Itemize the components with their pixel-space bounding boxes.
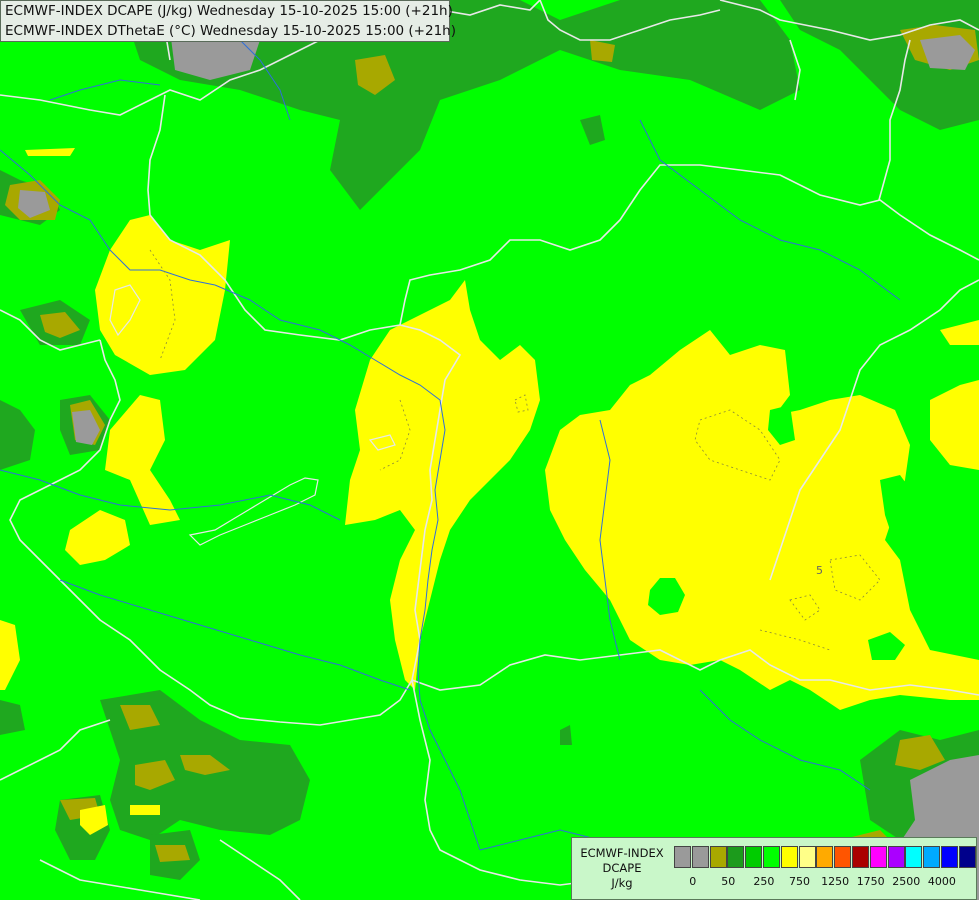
legend-title: ECMWF-INDEX DCAPE J/kg	[572, 846, 672, 891]
legend-tick-label: 1250	[821, 875, 850, 888]
legend-swatch	[691, 846, 709, 868]
legend-swatch	[745, 846, 763, 868]
weather-map: 5	[0, 0, 979, 900]
legend-swatch	[958, 846, 976, 868]
title-line-dthetae: ECMWF-INDEX DThetaE (°C) Wednesday 15-10…	[5, 23, 456, 39]
legend-swatch	[905, 846, 923, 868]
legend-swatch	[834, 846, 852, 868]
legend-line2: DCAPE	[602, 861, 642, 875]
contour-label: 5	[816, 564, 823, 577]
legend-swatch	[780, 846, 798, 868]
legend-tick-label: 0	[689, 875, 697, 888]
legend-swatch	[941, 846, 958, 868]
legend-swatch	[816, 846, 834, 868]
legend-tick-label: 1750	[856, 875, 885, 888]
legend-tick-label: 4000	[927, 875, 956, 888]
legend-line3: J/kg	[611, 876, 633, 890]
legend-swatch	[709, 846, 727, 868]
map-title-box: ECMWF-INDEX DCAPE (J/kg) Wednesday 15-10…	[0, 0, 456, 42]
legend-line1: ECMWF-INDEX	[580, 846, 664, 860]
color-legend: ECMWF-INDEX DCAPE J/kg 0 50 250 750 1250 1750…	[571, 837, 977, 900]
legend-swatch	[727, 846, 745, 868]
legend-tick-label: 250	[753, 875, 775, 888]
legend-swatch	[763, 846, 780, 868]
legend-swatch	[887, 846, 905, 868]
legend-swatch	[674, 846, 691, 868]
legend-tick-label: 50	[721, 875, 736, 888]
legend-swatch	[923, 846, 941, 868]
legend-tick-label: 750	[788, 875, 810, 888]
legend-tick-label: 2500	[892, 875, 921, 888]
legend-swatch	[869, 846, 887, 868]
legend-swatch	[798, 846, 816, 868]
title-line-dcape: ECMWF-INDEX DCAPE (J/kg) Wednesday 15-10…	[5, 3, 453, 19]
legend-swatch	[852, 846, 869, 868]
